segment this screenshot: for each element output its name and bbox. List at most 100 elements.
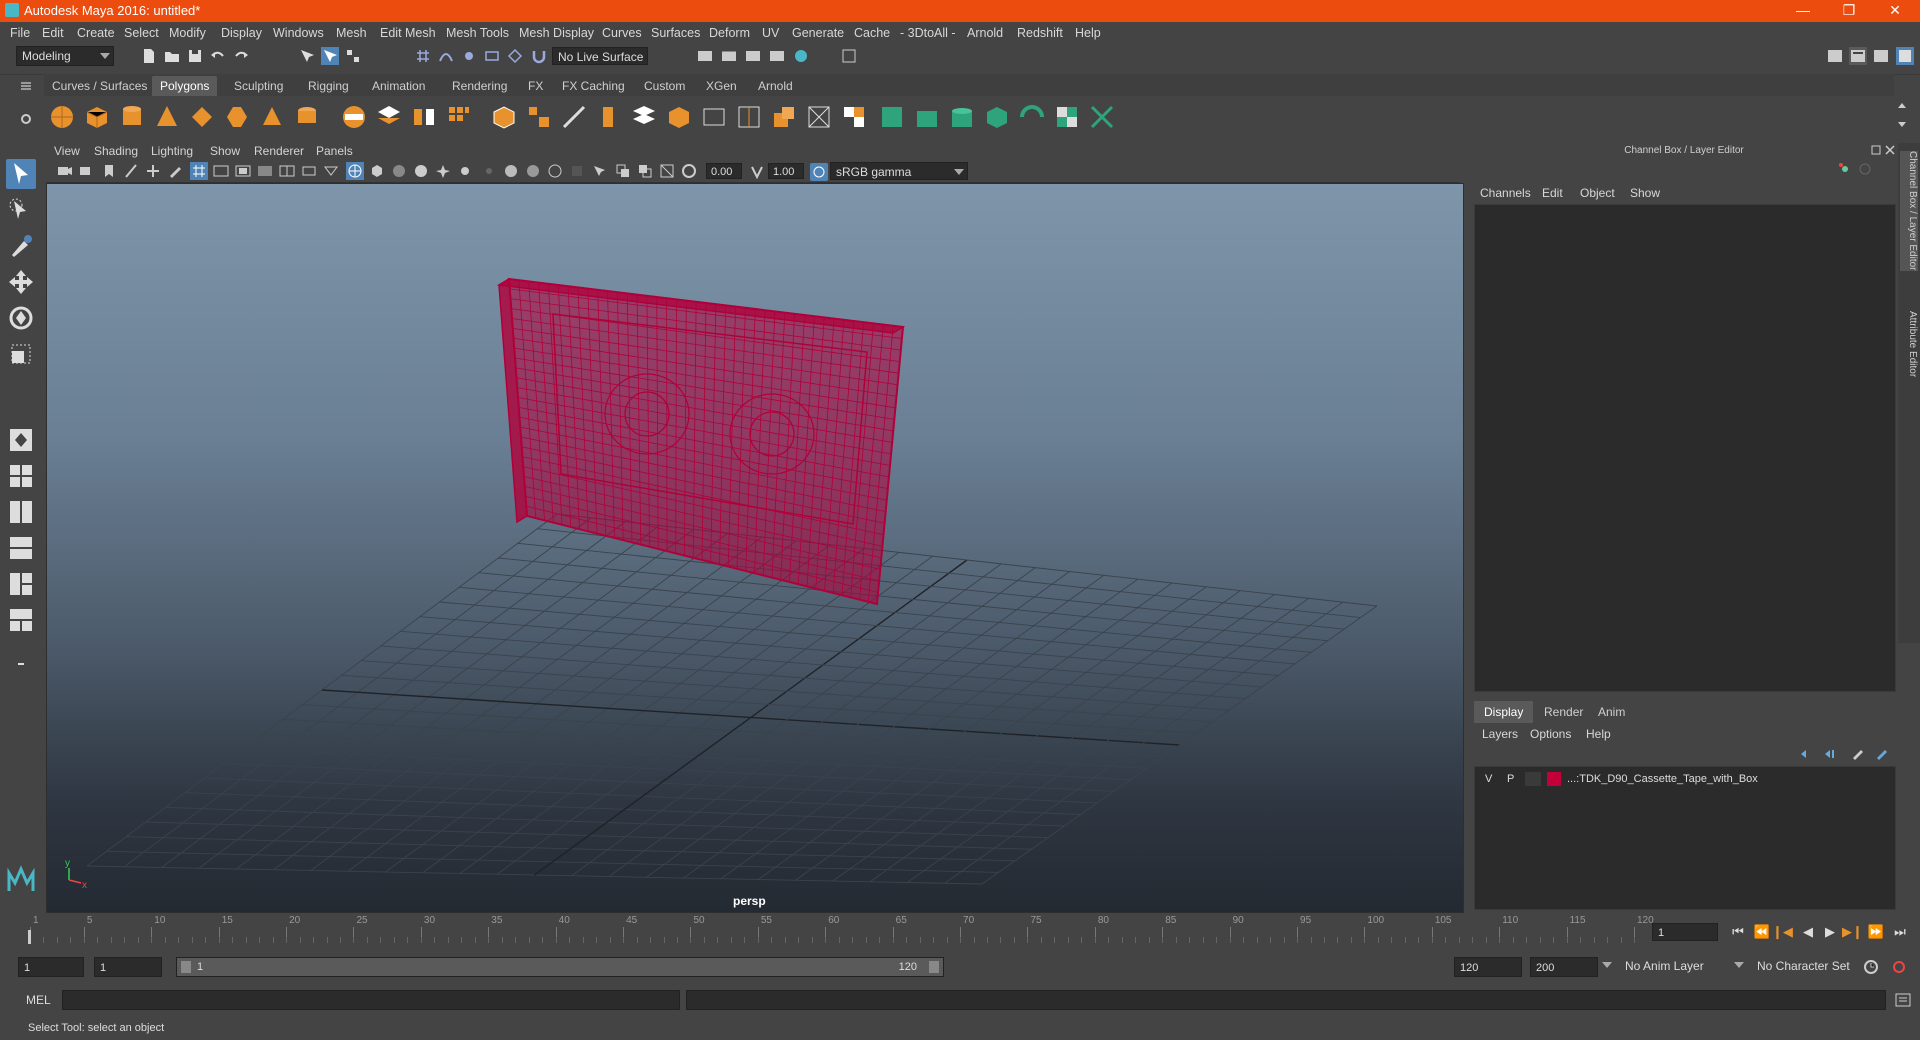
bevel-icon[interactable] — [665, 103, 693, 131]
persp-graph-layout-icon[interactable] — [6, 533, 36, 563]
menu-file[interactable]: File — [10, 26, 30, 40]
checker-map-icon[interactable] — [1053, 103, 1081, 131]
auto-map-icon[interactable] — [1018, 103, 1046, 131]
lasso-tool-icon[interactable] — [6, 195, 36, 225]
menu-select[interactable]: Select — [124, 26, 159, 40]
paint-select-tool-icon[interactable] — [6, 231, 36, 261]
menu-arnold[interactable]: Arnold — [967, 26, 1003, 40]
2d-pan-zoom-icon[interactable] — [144, 162, 162, 180]
layer-name[interactable]: ...:TDK_D90_Cassette_Tape_with_Box — [1567, 773, 1758, 785]
viewport-menu-panels[interactable]: Panels — [316, 144, 353, 158]
shelf-tab-polygons[interactable]: Polygons — [152, 76, 218, 96]
tool-settings-toggle-icon[interactable] — [1872, 47, 1890, 65]
save-scene-icon[interactable] — [186, 47, 204, 65]
textured-icon[interactable] — [412, 162, 430, 180]
select-object-icon[interactable] — [321, 47, 339, 65]
cut-uv-icon[interactable] — [1088, 103, 1116, 131]
playback-end-field[interactable]: 120 — [1454, 957, 1522, 977]
ambient-occlusion-icon[interactable] — [480, 162, 498, 180]
menu-edit[interactable]: Edit — [42, 26, 64, 40]
shelf-tab-animation[interactable]: Animation — [364, 76, 433, 96]
fill-hole-icon[interactable] — [840, 103, 868, 131]
play-forwards-icon[interactable]: ▶ — [1820, 923, 1840, 941]
combine-icon[interactable] — [340, 103, 368, 131]
smooth-icon[interactable] — [445, 103, 473, 131]
poly-sphere-icon[interactable] — [48, 103, 76, 131]
chevron-down-icon[interactable] — [1602, 962, 1612, 968]
menu-create[interactable]: Create — [77, 26, 115, 40]
close-panel-icon[interactable] — [1884, 144, 1896, 156]
scale-tool-icon[interactable] — [6, 339, 36, 369]
animation-start-field[interactable]: 1 — [18, 957, 84, 977]
shelf-tab-rendering[interactable]: Rendering — [444, 76, 515, 96]
viewport-canvas[interactable]: y x — [47, 184, 1463, 912]
range-slider[interactable]: 1 120 — [176, 957, 944, 977]
render-view-icon[interactable] — [768, 47, 786, 65]
layer-tab-anim[interactable]: Anim — [1588, 701, 1635, 723]
open-scene-icon[interactable] — [163, 47, 181, 65]
grease-pencil-icon[interactable] — [166, 162, 184, 180]
transform-input-icon[interactable] — [840, 47, 858, 65]
layer-playback-toggle[interactable]: P — [1507, 773, 1514, 785]
shelf-scroll-icon[interactable] — [1896, 100, 1908, 130]
poly-cube-icon[interactable] — [83, 103, 111, 131]
snap-grid-icon[interactable] — [414, 47, 432, 65]
step-back-frame-icon[interactable]: ❙◀ — [1772, 923, 1793, 941]
layer-visibility-toggle[interactable]: V — [1485, 773, 1492, 785]
layer-menu-options[interactable]: Options — [1530, 727, 1571, 741]
wireframe-shading-icon[interactable] — [346, 162, 364, 180]
menu-modify[interactable]: Modify — [169, 26, 206, 40]
xray-icon[interactable] — [568, 162, 586, 180]
render-settings-icon[interactable] — [696, 47, 714, 65]
poly-plane-icon[interactable] — [188, 103, 216, 131]
smooth-shading-icon[interactable] — [368, 162, 386, 180]
snap-curve-icon[interactable] — [437, 47, 455, 65]
viewport-menu-shading[interactable]: Shading — [94, 144, 138, 158]
time-slider[interactable]: 1 5 10 15 20 25 30 35 40 45 50 55 60 65 70 75 80 85 90 95 10… — [28, 915, 1654, 945]
move-layer-down-icon[interactable] — [1822, 746, 1838, 762]
target-weld-icon[interactable] — [805, 103, 833, 131]
move-tool-icon[interactable] — [6, 267, 36, 297]
gamma-icon[interactable] — [748, 163, 766, 181]
current-frame-field[interactable]: 1 — [1652, 923, 1718, 941]
exposure-field[interactable]: 0.00 — [706, 163, 742, 179]
boolean-icon[interactable] — [490, 103, 518, 131]
expand-icon[interactable] — [1858, 162, 1872, 176]
use-all-lights-icon[interactable] — [434, 162, 452, 180]
hypershade-icon[interactable] — [792, 47, 810, 65]
gear-icon[interactable] — [20, 113, 32, 125]
depth-of-field-icon[interactable] — [546, 162, 564, 180]
shelf-tab-custom[interactable]: Custom — [636, 76, 693, 96]
gamma-field[interactable]: 1.00 — [768, 163, 804, 179]
magnet-icon[interactable] — [530, 47, 548, 65]
layer-tab-render[interactable]: Render — [1534, 701, 1593, 723]
safe-title-icon[interactable] — [322, 162, 340, 180]
color-management-icon[interactable] — [810, 163, 828, 181]
snap-live-icon[interactable] — [506, 47, 524, 65]
menu-cache[interactable]: Cache — [854, 26, 890, 40]
bridge-icon[interactable] — [630, 103, 658, 131]
menu-redshift[interactable]: Redshift — [1017, 26, 1063, 40]
shelf-menu-icon[interactable] — [20, 80, 32, 92]
anim-layer-dropdown[interactable]: No Anim Layer — [1620, 957, 1738, 977]
single-perspective-layout-icon[interactable] — [6, 425, 36, 455]
planar-map-icon[interactable] — [913, 103, 941, 131]
four-view-layout-icon[interactable] — [6, 461, 36, 491]
layer-row[interactable]: V P ...:TDK_D90_Cassette_Tape_with_Box — [1479, 771, 1889, 789]
menu-windows[interactable]: Windows — [273, 26, 324, 40]
multi-cut-icon[interactable] — [560, 103, 588, 131]
film-gate-icon[interactable] — [212, 162, 230, 180]
persp-hypershade-layout-icon[interactable] — [6, 569, 36, 599]
shelf-tab-xgen[interactable]: XGen — [698, 76, 745, 96]
cassette-tape-model[interactable] — [496, 277, 906, 606]
layer-menu-layers[interactable]: Layers — [1482, 727, 1518, 741]
menu-mesh[interactable]: Mesh — [336, 26, 367, 40]
backface-culling-icon[interactable] — [658, 162, 676, 180]
step-back-key-icon[interactable]: ⏪ — [1752, 923, 1772, 941]
motion-blur-icon[interactable] — [502, 162, 520, 180]
menu-generate[interactable]: Generate — [792, 26, 844, 40]
float-panel-icon[interactable] — [1870, 144, 1882, 156]
menu-3dtoall[interactable]: - 3DtoAll - — [900, 26, 956, 40]
command-input[interactable] — [62, 990, 680, 1010]
restore-icon[interactable]: ❐ — [1826, 0, 1872, 22]
